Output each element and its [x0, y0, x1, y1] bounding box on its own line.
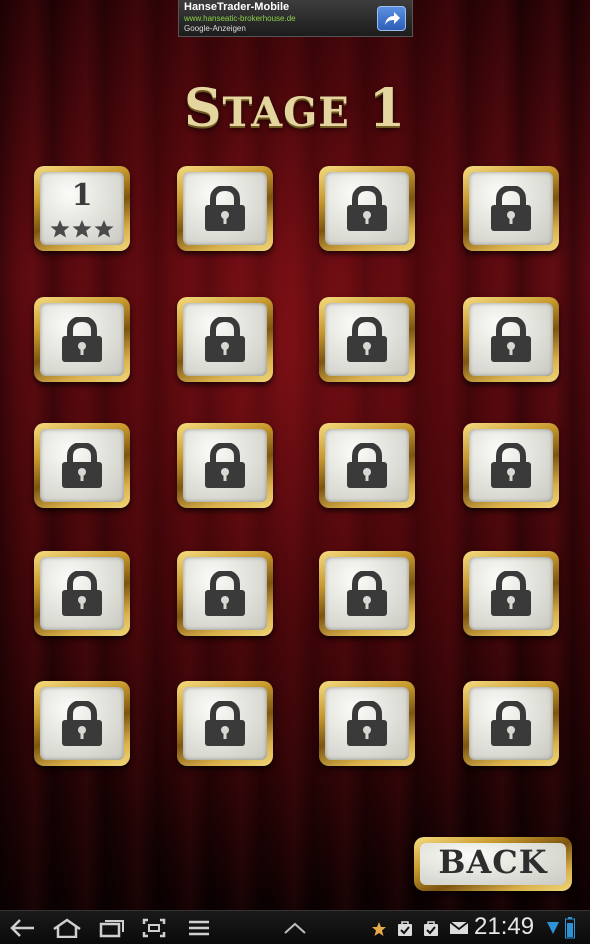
padlock-icon	[205, 185, 245, 231]
padlock-icon	[491, 442, 531, 488]
stage-title-rest: TAGE	[222, 89, 350, 136]
padlock-icon	[347, 316, 387, 362]
level-tile-locked[interactable]	[319, 166, 415, 251]
level-tile-locked[interactable]	[34, 297, 130, 382]
level-tile-face	[40, 687, 124, 760]
level-tile-face	[325, 557, 409, 630]
level-tile-locked[interactable]	[463, 297, 559, 382]
level-tile-face	[183, 557, 267, 630]
level-tile-locked[interactable]	[319, 551, 415, 636]
padlock-icon	[347, 570, 387, 616]
ad-url: www.hanseatic-brokerhouse.de	[184, 14, 296, 23]
padlock-icon	[205, 570, 245, 616]
level-tile-locked[interactable]	[34, 423, 130, 508]
level-tile-face	[325, 303, 409, 376]
level-number: 1	[71, 178, 93, 213]
gmail-icon	[449, 921, 469, 934]
padlock-icon	[62, 442, 102, 488]
ad-network: Google-Anzeigen	[184, 24, 246, 33]
recent-apps-icon[interactable]	[99, 918, 125, 938]
stage-title-initial: S	[183, 78, 223, 139]
menu-icon[interactable]	[188, 918, 210, 938]
padlock-icon	[491, 316, 531, 362]
back-nav-icon[interactable]	[10, 918, 36, 938]
ad-banner[interactable]: HanseTrader-Mobile www.hanseatic-brokerh…	[178, 0, 413, 37]
star-icon	[72, 220, 92, 238]
battery-icon	[565, 917, 575, 939]
system-navigation-bar: 21:49	[0, 910, 590, 944]
wifi-icon	[547, 922, 559, 934]
padlock-icon	[62, 700, 102, 746]
padlock-icon	[205, 442, 245, 488]
level-tile-locked[interactable]	[319, 423, 415, 508]
level-tile-face	[325, 429, 409, 502]
level-tile-face	[469, 687, 553, 760]
level-tile-face: 1	[40, 172, 124, 245]
level-tile-locked[interactable]	[34, 681, 130, 766]
level-tile-locked[interactable]	[319, 681, 415, 766]
level-tile-face	[325, 687, 409, 760]
padlock-icon	[491, 570, 531, 616]
level-tile-locked[interactable]	[319, 297, 415, 382]
level-tile-face	[325, 172, 409, 245]
bag-notification-icon	[424, 921, 438, 936]
share-arrow-icon	[385, 12, 400, 25]
level-stars	[40, 219, 124, 239]
screenshot-icon[interactable]	[142, 918, 166, 938]
back-button[interactable]: BACK	[414, 837, 572, 891]
level-tile-face	[183, 429, 267, 502]
level-tile-face	[40, 429, 124, 502]
game-screen: HanseTrader-Mobile www.hanseatic-brokerh…	[0, 0, 590, 910]
stage-number: 1	[368, 78, 407, 139]
level-tile-face	[183, 303, 267, 376]
padlock-icon	[491, 700, 531, 746]
padlock-icon	[62, 570, 102, 616]
level-tile-locked[interactable]	[177, 166, 273, 251]
padlock-icon	[205, 700, 245, 746]
padlock-icon	[205, 316, 245, 362]
level-tile-face	[469, 303, 553, 376]
level-tile-face	[469, 557, 553, 630]
star-icon	[50, 220, 70, 238]
padlock-icon	[491, 185, 531, 231]
back-button-label: BACK	[438, 843, 548, 881]
padlock-icon	[62, 316, 102, 362]
chevron-up-icon[interactable]	[284, 922, 306, 934]
level-tile-face	[469, 429, 553, 502]
home-nav-icon[interactable]	[52, 918, 82, 938]
level-tile-face	[183, 172, 267, 245]
level-tile-face	[40, 557, 124, 630]
level-tile-locked[interactable]	[177, 551, 273, 636]
level-tile-locked[interactable]	[463, 423, 559, 508]
level-tile-locked[interactable]	[463, 681, 559, 766]
level-tile-locked[interactable]	[177, 681, 273, 766]
star-notification-icon	[372, 922, 386, 936]
level-tile-locked[interactable]	[177, 423, 273, 508]
ad-action-button[interactable]	[377, 6, 406, 31]
clock: 21:49	[474, 913, 535, 940]
stage-title: STAGE 1	[0, 78, 590, 139]
level-tile-1[interactable]: 1	[34, 166, 130, 251]
level-tile-locked[interactable]	[177, 297, 273, 382]
padlock-icon	[347, 185, 387, 231]
padlock-icon	[347, 700, 387, 746]
level-tile-face	[40, 303, 124, 376]
level-tile-locked[interactable]	[463, 551, 559, 636]
ad-title: HanseTrader-Mobile	[184, 1, 290, 13]
level-tile-face	[183, 687, 267, 760]
level-tile-locked[interactable]	[463, 166, 559, 251]
star-icon	[94, 220, 114, 238]
padlock-icon	[347, 442, 387, 488]
level-tile-face	[469, 172, 553, 245]
level-tile-locked[interactable]	[34, 551, 130, 636]
bag-notification-icon	[398, 921, 412, 936]
